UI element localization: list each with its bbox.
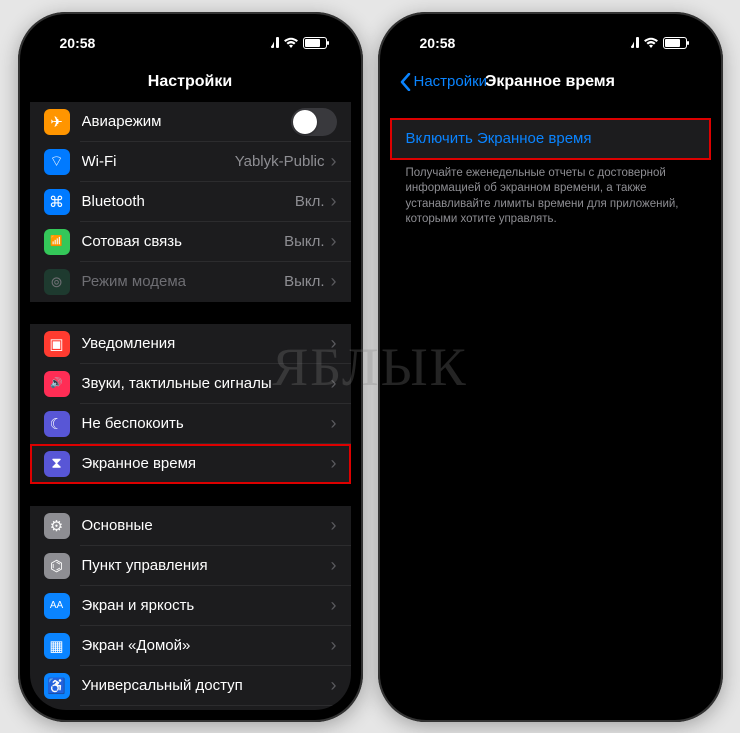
row-label: Экранное время <box>82 455 331 472</box>
row-label: Сотовая связь <box>82 233 285 250</box>
settings-row-dnd[interactable]: ☾ Не беспокоить› <box>30 404 351 444</box>
wifi-icon: ⌔ <box>44 149 70 175</box>
row-label: Экран и яркость <box>82 597 331 614</box>
settings-row-control-center[interactable]: ⌬ Пункт управления› <box>30 546 351 586</box>
notifications-icon: ▣ <box>44 331 70 357</box>
control-center-icon: ⌬ <box>44 553 70 579</box>
nav-header-right: Настройки Экранное время <box>390 62 711 102</box>
settings-row-wallpaper[interactable]: ❀Обои› <box>30 706 351 710</box>
row-label: Не беспокоить <box>82 415 331 432</box>
row-label: Звуки, тактильные сигналы <box>82 375 331 392</box>
cellular-icon: 📶 <box>44 229 70 255</box>
home-icon: ▦ <box>44 633 70 659</box>
chevron-right-icon: › <box>331 515 337 536</box>
settings-row-sounds[interactable]: 🔊 Звуки, тактильные сигналы› <box>30 364 351 404</box>
row-value: Вкл. <box>295 193 325 210</box>
phone-right: 20:58 Настройки Экранное время Включить … <box>378 12 723 722</box>
airplane-icon: ✈ <box>44 109 70 135</box>
row-label: Основные <box>82 517 331 534</box>
display-icon: AA <box>44 593 70 619</box>
chevron-right-icon: › <box>331 595 337 616</box>
accessibility-icon: ♿ <box>44 673 70 699</box>
chevron-right-icon: › <box>331 333 337 354</box>
row-label: Режим модема <box>82 273 285 290</box>
settings-row-screentime[interactable]: ⧗ Экранное время› <box>30 444 351 484</box>
settings-row-wifi[interactable]: ⌔ Wi-FiYablyk-Public › <box>30 142 351 182</box>
status-time: 20:58 <box>420 35 456 51</box>
screen-left: 20:58 Настройки ✈ Авиарежим ⌔ Wi-FiYablyk-P… <box>30 24 351 710</box>
back-label: Настройки <box>414 73 488 90</box>
row-value: Выкл. <box>284 273 324 290</box>
row-label: Wi-Fi <box>82 153 235 170</box>
footer-description: Получайте еженедельные отчеты с достовер… <box>390 160 711 228</box>
settings-row-hotspot[interactable]: ⊚ Режим модемаВыкл. › <box>30 262 351 302</box>
enable-screentime-button[interactable]: Включить Экранное время <box>390 118 711 160</box>
hotspot-icon: ⊚ <box>44 269 70 295</box>
toggle[interactable] <box>291 108 337 136</box>
screentime-content: Включить Экранное время Получайте еженед… <box>390 102 711 710</box>
chevron-right-icon: › <box>331 413 337 434</box>
row-label: Пункт управления <box>82 557 331 574</box>
battery-icon <box>663 37 687 49</box>
bluetooth-icon: ⌘ <box>44 189 70 215</box>
settings-row-general[interactable]: ⚙ Основные› <box>30 506 351 546</box>
page-title: Экранное время <box>485 73 615 91</box>
screen-right: 20:58 Настройки Экранное время Включить … <box>390 24 711 710</box>
screentime-icon: ⧗ <box>44 451 70 477</box>
wifi-icon <box>283 37 299 49</box>
status-time: 20:58 <box>60 35 96 51</box>
chevron-right-icon: › <box>331 151 337 172</box>
row-label: Bluetooth <box>82 193 295 210</box>
back-button[interactable]: Настройки <box>400 73 488 91</box>
settings-row-airplane[interactable]: ✈ Авиарежим <box>30 102 351 142</box>
row-label: Универсальный доступ <box>82 677 331 694</box>
settings-row-accessibility[interactable]: ♿ Универсальный доступ› <box>30 666 351 706</box>
row-value: Выкл. <box>284 233 324 250</box>
chevron-right-icon: › <box>331 555 337 576</box>
settings-row-home[interactable]: ▦ Экран «Домой»› <box>30 626 351 666</box>
chevron-right-icon: › <box>331 191 337 212</box>
row-label: Уведомления <box>82 335 331 352</box>
settings-row-notifications[interactable]: ▣ Уведомления› <box>30 324 351 364</box>
nav-header-left: Настройки <box>30 62 351 102</box>
general-icon: ⚙ <box>44 513 70 539</box>
chevron-right-icon: › <box>331 635 337 656</box>
row-value: Yablyk-Public <box>235 153 325 170</box>
phone-left: 20:58 Настройки ✈ Авиарежим ⌔ Wi-FiYablyk-P… <box>18 12 363 722</box>
page-title: Настройки <box>148 73 232 91</box>
notch <box>465 24 635 52</box>
battery-icon <box>303 37 327 49</box>
row-label: Авиарежим <box>82 113 291 130</box>
settings-row-display[interactable]: AA Экран и яркость› <box>30 586 351 626</box>
row-label: Экран «Домой» <box>82 637 331 654</box>
chevron-right-icon: › <box>331 373 337 394</box>
chevron-right-icon: › <box>331 453 337 474</box>
chevron-right-icon: › <box>331 271 337 292</box>
wifi-icon <box>643 37 659 49</box>
settings-list[interactable]: ✈ Авиарежим ⌔ Wi-FiYablyk-Public › ⌘ Bluetooth… <box>30 102 351 710</box>
chevron-right-icon: › <box>331 231 337 252</box>
action-label: Включить Экранное время <box>406 130 592 147</box>
chevron-left-icon <box>400 73 411 91</box>
chevron-right-icon: › <box>331 675 337 696</box>
dnd-icon: ☾ <box>44 411 70 437</box>
settings-row-cellular[interactable]: 📶 Сотовая связьВыкл. › <box>30 222 351 262</box>
sounds-icon: 🔊 <box>44 371 70 397</box>
notch <box>105 24 275 52</box>
settings-row-bluetooth[interactable]: ⌘ BluetoothВкл. › <box>30 182 351 222</box>
